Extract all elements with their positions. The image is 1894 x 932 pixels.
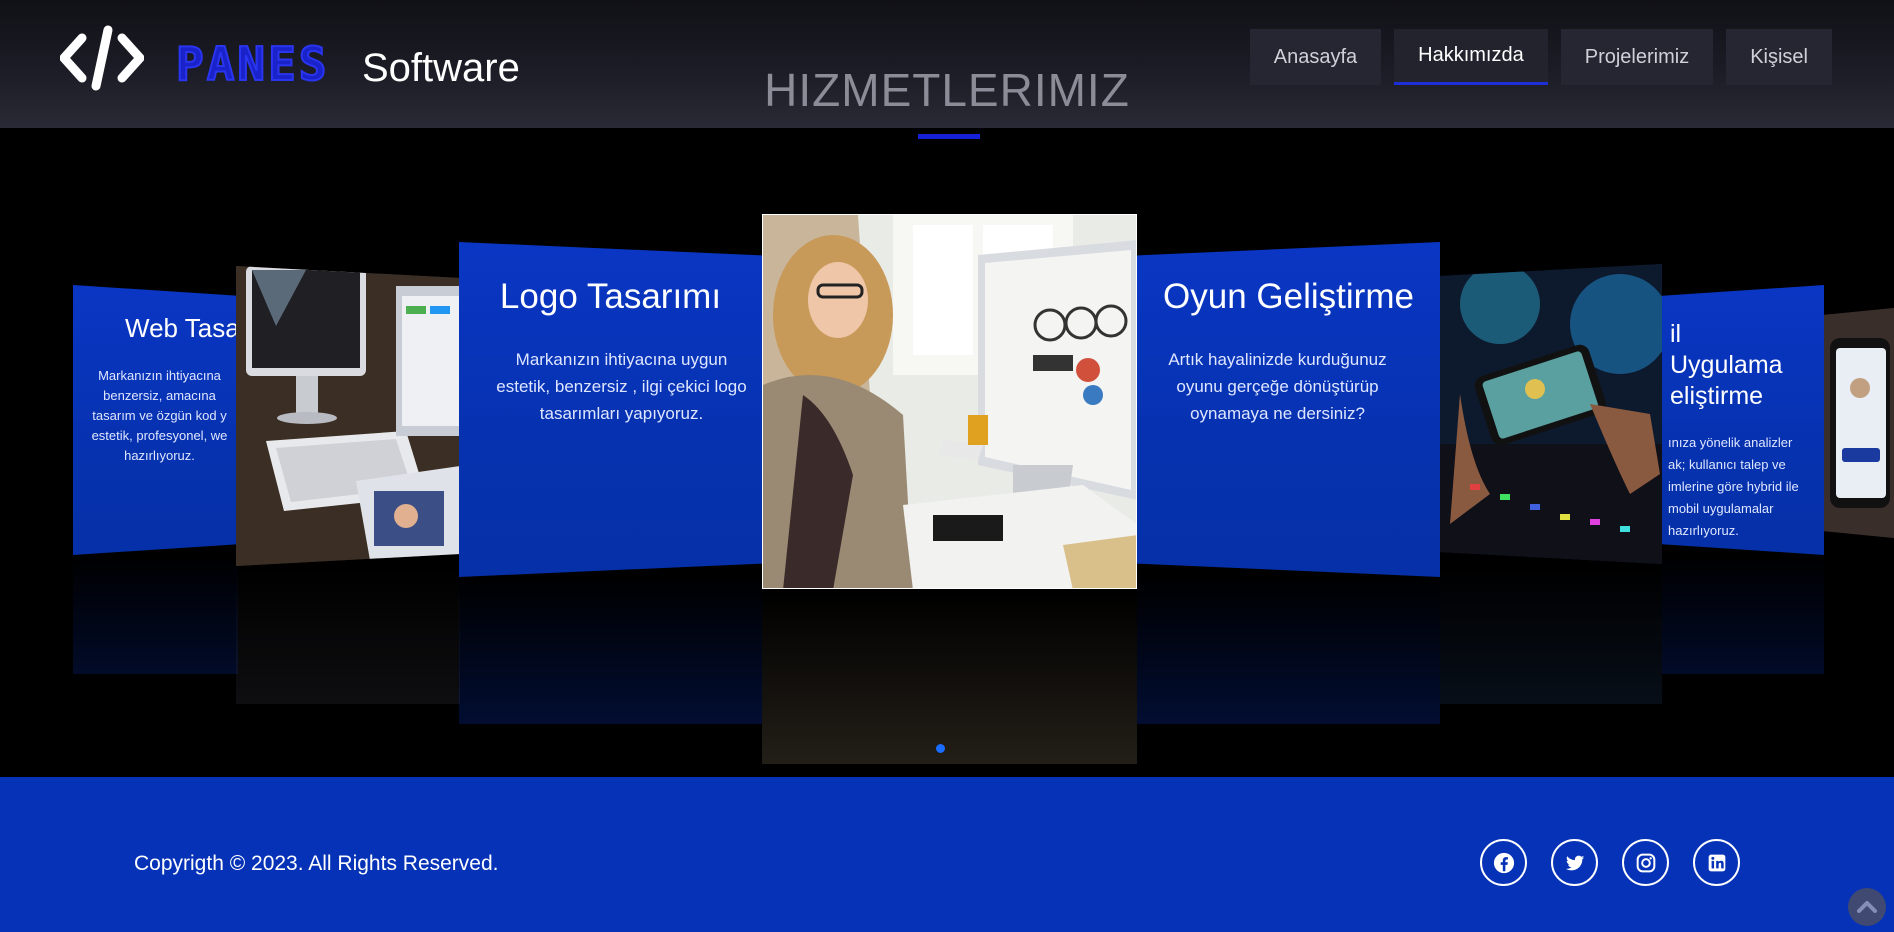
title-underline (918, 134, 980, 139)
reflection (1662, 554, 1824, 674)
twitter-icon[interactable] (1551, 839, 1598, 886)
mobile-game-illustration (1440, 264, 1662, 564)
card-title: il Uygulama eliştirme (1670, 320, 1783, 410)
laptop-desk-illustration (236, 266, 460, 566)
reflection (73, 554, 238, 674)
card-title: Oyun Geliştirme (1163, 277, 1414, 316)
facebook-icon[interactable] (1480, 839, 1527, 886)
woman-designer-photo[interactable] (762, 214, 1137, 589)
phone-hand-photo[interactable] (1824, 308, 1894, 538)
card-text: ınıza yönelik analizler ak; kullanıcı ta… (1668, 435, 1799, 538)
copyright-text: Copyrigth © 2023. All Rights Reserved. (134, 852, 499, 875)
reflection (1137, 574, 1440, 724)
card-title: Web Tasar (125, 313, 238, 343)
card-mobil-uygulama[interactable]: il Uygulama eliştirme ınıza yönelik anal… (1662, 285, 1824, 555)
mobile-game-photo[interactable] (1440, 264, 1662, 564)
reflection (762, 589, 1137, 764)
section-title: HIZMETLERIMIZ (764, 64, 1130, 116)
site-footer: Copyrigth © 2023. All Rights Reserved. (0, 777, 1894, 932)
reflection (459, 574, 762, 724)
laptop-desk-photo[interactable] (236, 266, 460, 566)
arrow-up-icon (1857, 901, 1877, 913)
instagram-icon[interactable] (1622, 839, 1669, 886)
card-title: Logo Tasarımı (499, 277, 722, 316)
card-logo-tasarimi[interactable]: Logo Tasarımı Markanızın ihtiyacına uygu… (459, 242, 762, 577)
reflection (236, 564, 460, 704)
card-text: Artık hayalinizde kurduğunuz oyunu gerçe… (1168, 350, 1387, 423)
card-oyun-gelistirme[interactable]: Oyun Geliştirme Artık hayalinizde kurduğ… (1137, 242, 1440, 577)
services-carousel[interactable]: Web Tasar Markanızın ihtiyacına benzersi… (0, 128, 1894, 777)
social-links (1480, 839, 1740, 886)
card-text: Markanızın ihtiyacına benzersiz, amacına… (91, 368, 228, 463)
linkedin-icon[interactable] (1693, 839, 1740, 886)
card-text: Markanızın ihtiyacına uygun estetik, ben… (496, 350, 747, 423)
phone-hand-illustration (1824, 308, 1894, 538)
back-to-top-button[interactable] (1848, 888, 1886, 926)
designer-illustration (763, 215, 1136, 588)
carousel-pager-dot[interactable] (936, 744, 945, 753)
card-web-tasarim[interactable]: Web Tasar Markanızın ihtiyacına benzersi… (73, 285, 238, 555)
reflection (1440, 564, 1662, 704)
